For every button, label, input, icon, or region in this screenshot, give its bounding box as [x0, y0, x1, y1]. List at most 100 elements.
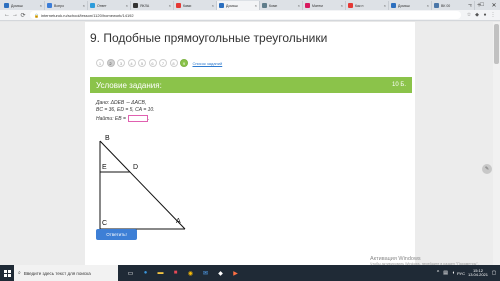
url-field[interactable]: 🔒 interneturok.ru/school/lesson/1120/hom… — [30, 11, 461, 19]
tab-close-icon[interactable]: × — [212, 3, 214, 8]
tab-favicon-icon — [262, 3, 267, 8]
tab-close-icon[interactable]: × — [169, 3, 171, 8]
find-label: Найти: EB = — [96, 115, 126, 122]
tab-title: Матем — [312, 3, 323, 8]
browser-tab[interactable]: Домаш × — [217, 1, 260, 10]
pager-item[interactable]: 3 — [117, 59, 125, 67]
tab-close-icon[interactable]: × — [255, 3, 257, 8]
browser-tab[interactable]: Матем × — [303, 1, 346, 10]
side-ba — [99, 140, 186, 230]
browser-tab[interactable]: Домаш × — [389, 1, 432, 10]
tab-favicon-icon — [391, 3, 396, 8]
extensions-icon[interactable]: ◆ — [473, 12, 481, 18]
triangle-diagram: B E D C A — [99, 135, 186, 230]
windows-logo-icon — [3, 269, 11, 277]
pager-item[interactable]: 1 — [96, 59, 104, 67]
profile-icon[interactable]: ● — [481, 12, 489, 18]
browser-tab[interactable]: Вопро × — [45, 1, 88, 10]
minimize-icon[interactable]: – — [464, 0, 476, 10]
tab-title: Вопро — [54, 3, 65, 8]
pager-item[interactable]: 9 — [180, 59, 188, 67]
tab-favicon-icon — [4, 3, 9, 8]
label-e: E — [102, 164, 107, 171]
browser-tab[interactable]: Комп × — [260, 1, 303, 10]
browser-tab[interactable]: ЯКЛА × — [131, 1, 174, 10]
reload-icon[interactable]: ⟳ — [19, 12, 27, 19]
tab-title: Домаш — [226, 3, 238, 8]
notifications-icon[interactable]: ▢ — [491, 268, 497, 278]
star-icon[interactable]: ☆ — [465, 12, 473, 18]
task-header-title: Условие задания: — [96, 80, 162, 90]
tab-title: ЯКЛА — [140, 3, 150, 8]
browser-tab[interactable]: Как н × — [346, 1, 389, 10]
clock[interactable]: 15:12 13.04.2021 — [467, 268, 488, 278]
answer-input[interactable] — [127, 115, 148, 122]
volume-icon[interactable]: ◖ — [452, 270, 455, 276]
browser-tab[interactable]: Ками × — [174, 1, 217, 10]
label-a: A — [176, 218, 181, 225]
tab-title: Домаш — [11, 3, 23, 8]
start-button[interactable] — [0, 265, 14, 281]
browser-tab[interactable]: Ответ × — [88, 1, 131, 10]
tab-favicon-icon — [47, 3, 52, 8]
tab-favicon-icon — [305, 3, 310, 8]
tab-title: Домаш — [398, 3, 410, 8]
pager-item[interactable]: 4 — [127, 59, 136, 67]
back-icon[interactable]: ← — [3, 12, 11, 18]
tab-close-icon[interactable]: × — [40, 3, 42, 8]
tab-favicon-icon — [133, 3, 138, 8]
media-icon[interactable]: ▶ — [228, 265, 243, 281]
mail-icon[interactable]: ✉ — [198, 265, 213, 281]
tab-favicon-icon — [434, 3, 439, 8]
chat-icon[interactable]: ✎ — [482, 164, 492, 174]
tab-favicon-icon — [219, 3, 224, 8]
clock-date: 13.04.2021 — [467, 272, 488, 277]
scrollbar-thumb[interactable] — [494, 24, 499, 64]
taskbar-search-placeholder: Введите здесь текст для поиска — [23, 270, 91, 276]
tab-close-icon[interactable]: × — [427, 3, 429, 8]
label-d: D — [133, 164, 138, 171]
tab-favicon-icon — [348, 3, 353, 8]
pager-item[interactable]: 7 — [159, 59, 167, 67]
close-icon[interactable]: ✕ — [488, 0, 500, 10]
tab-strip: Домаш × Вопро × Ответ × ЯКЛА × Ками × Домаш × Комп × М… — [0, 0, 500, 10]
app-icon[interactable]: ◆ — [213, 265, 228, 281]
tab-close-icon[interactable]: × — [298, 3, 300, 8]
chrome-icon[interactable]: ◉ — [183, 265, 198, 281]
task-pager: 1 2 3 4 5 6 7 8 9 Список заданий — [96, 59, 222, 67]
browser-tab[interactable]: Домаш × — [2, 1, 45, 10]
tab-title: Комп — [269, 3, 278, 8]
tab-favicon-icon — [176, 3, 181, 8]
tab-close-icon[interactable]: × — [83, 3, 85, 8]
system-tray: ^ ▤ ◖ РУС 15:12 13.04.2021 ▢ — [435, 268, 500, 278]
tab-favicon-icon — [90, 3, 95, 8]
submit-answer-button[interactable]: Ответить! — [96, 229, 137, 240]
file-explorer-icon[interactable]: ▬ — [153, 265, 168, 281]
tab-close-icon[interactable]: × — [126, 3, 128, 8]
given-line-2: BC = 36, ED = 5, CA = 10. — [96, 107, 155, 113]
network-icon[interactable]: ▤ — [443, 270, 448, 276]
task-view-icon[interactable]: ▭ — [123, 265, 138, 281]
forward-icon[interactable]: → — [11, 12, 19, 18]
language-indicator[interactable]: РУС — [457, 271, 465, 276]
edge-icon[interactable]: ● — [138, 265, 153, 281]
pager-item[interactable]: 6 — [148, 59, 157, 67]
tray-expand-icon[interactable]: ^ — [437, 270, 439, 276]
pager-item[interactable]: 2 — [106, 59, 115, 67]
pager-item[interactable]: 5 — [138, 59, 146, 67]
store-icon[interactable]: ■ — [168, 265, 183, 281]
taskbar: ⌕ Введите здесь текст для поиска ▭ ● ▬ ■… — [0, 265, 500, 281]
pager-item[interactable]: 8 — [169, 59, 178, 67]
tab-title: Ками — [183, 3, 192, 8]
page-scrollbar[interactable] — [493, 22, 500, 265]
menu-icon[interactable]: ⋮ — [489, 12, 497, 18]
tab-title: Как н — [355, 3, 364, 8]
url-text: interneturok.ru/school/lesson/1120/homew… — [40, 12, 134, 18]
tasks-list-link[interactable]: Список заданий — [193, 61, 223, 66]
taskbar-search[interactable]: ⌕ Введите здесь текст для поиска — [14, 265, 118, 281]
maximize-icon[interactable]: □ — [476, 0, 488, 10]
tab-title: Ответ — [97, 3, 107, 8]
tab-close-icon[interactable]: × — [341, 3, 343, 8]
tab-close-icon[interactable]: × — [384, 3, 386, 8]
find-line: Найти: EB =. — [96, 115, 150, 122]
